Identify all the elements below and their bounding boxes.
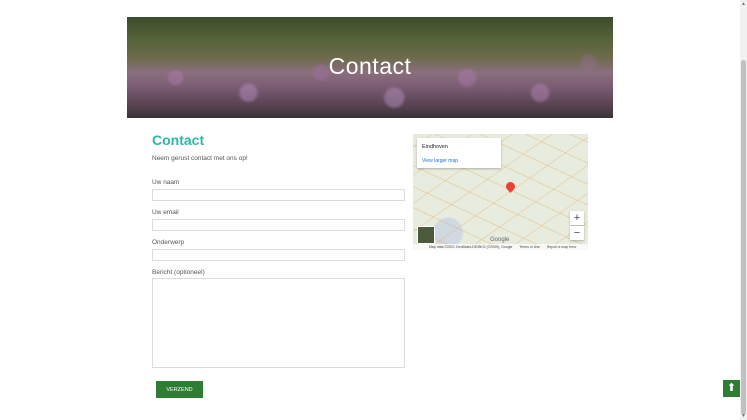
name-label: Uw naam xyxy=(152,179,180,186)
map-info-card: Eindhoven View larger map xyxy=(417,138,501,168)
view-larger-map-link[interactable]: View larger map xyxy=(422,158,458,164)
name-field[interactable] xyxy=(152,189,405,201)
google-logo: Google xyxy=(490,237,510,243)
map-embed[interactable]: Eindhoven View larger map + − Google Map… xyxy=(413,134,588,250)
zoom-in-button[interactable]: + xyxy=(570,211,584,225)
email-label: Uw email xyxy=(152,209,179,216)
message-field[interactable] xyxy=(152,278,405,368)
zoom-out-button[interactable]: − xyxy=(570,226,584,240)
page-scrollbar[interactable]: ▲ ▼ xyxy=(740,0,747,420)
report-error-link[interactable]: Report a map error xyxy=(547,245,577,249)
terms-link[interactable]: Terms of Use xyxy=(519,245,540,249)
back-to-top-button[interactable]: ⬆ xyxy=(723,380,740,397)
subject-label: Onderwerp xyxy=(152,239,185,246)
subject-field[interactable] xyxy=(152,249,405,261)
submit-button[interactable]: VERZEND xyxy=(156,381,203,398)
scroll-up-icon[interactable]: ▲ xyxy=(741,1,746,7)
hero-title: Contact xyxy=(328,53,412,79)
intro-text: Neem gerust contact met ons op! xyxy=(152,155,248,162)
arrow-up-circle-icon: ⬆ xyxy=(726,382,737,394)
message-label: Bericht (optioneel) xyxy=(152,269,205,276)
email-field[interactable] xyxy=(152,219,405,231)
hero-banner: Contact xyxy=(127,17,613,118)
map-attribution: Map data ©2021 GeoBasis-DE/BKG (©2009), … xyxy=(413,244,588,250)
map-type-toggle[interactable] xyxy=(417,226,435,244)
map-place-name: Eindhoven xyxy=(422,144,448,150)
scroll-down-icon[interactable]: ▼ xyxy=(741,413,746,419)
map-data-text: Map data ©2021 GeoBasis-DE/BKG (©2009), … xyxy=(429,245,513,249)
scrollbar-thumb[interactable] xyxy=(741,60,746,415)
page-title: Contact xyxy=(152,132,205,148)
